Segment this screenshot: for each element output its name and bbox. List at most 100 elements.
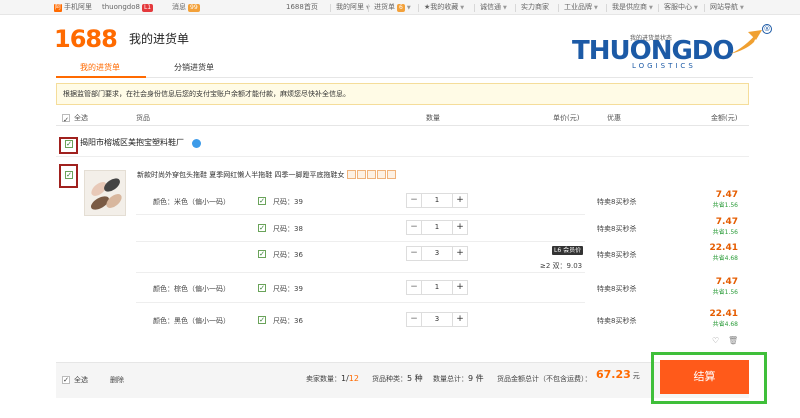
topbar-divider	[515, 4, 516, 12]
topbar-divider	[704, 4, 705, 12]
my-ali-label: 我的阿里	[336, 3, 364, 11]
shop-checkbox[interactable]	[65, 140, 73, 148]
my-ali-menu[interactable]: 我的阿里▼	[336, 2, 370, 14]
kinds-count: 货品种类：5 种	[372, 374, 423, 384]
increase-button[interactable]: +	[452, 247, 467, 260]
variant-checkbox[interactable]	[258, 316, 266, 324]
savings-prefix: 共省	[712, 289, 725, 296]
increase-button[interactable]: +	[452, 194, 467, 207]
variant-size: 尺码：39	[273, 285, 303, 293]
tab-my-purchase-list[interactable]: 我的进货单	[80, 62, 120, 74]
supplier-menu[interactable]: 我是供应商 ▼	[612, 2, 653, 14]
select-all-label: 全选	[74, 114, 88, 122]
favorite-heart-icon[interactable]: ♡	[712, 336, 719, 345]
chevron-down-icon: ▼	[406, 5, 411, 11]
product-checkbox[interactable]	[65, 171, 73, 179]
row-savings: 共省1.56	[713, 201, 738, 210]
site-nav-menu[interactable]: 网站导航 ▼	[710, 2, 744, 14]
promo-label: 特卖8买秒杀	[597, 285, 637, 293]
select-all-checkbox-footer[interactable]	[62, 376, 70, 384]
row-amount: 22.41	[709, 243, 738, 253]
quantity-stepper: − 1 +	[406, 193, 468, 208]
quantity-total-value: 9 件	[468, 374, 484, 383]
variant-color: 颜色：棕色（偏小一码）	[153, 285, 230, 293]
member-price-badge: L6 会员价	[552, 246, 584, 255]
promo-label: 特卖8买秒杀	[597, 317, 637, 325]
row-divider	[136, 241, 585, 242]
tab-distribution-list[interactable]: 分销进货单	[174, 62, 214, 74]
trust-menu[interactable]: 诚信通 ▼	[480, 2, 507, 14]
tag-icon	[347, 170, 356, 179]
chevron-down-icon: ▼	[694, 5, 698, 11]
total-amount: 67.23 元	[596, 368, 640, 383]
shop-name[interactable]: 揭阳市榕城区美抱宝塑料鞋厂	[80, 138, 184, 148]
topbar-divider	[368, 4, 369, 12]
variant-size: 尺码：39	[273, 198, 303, 206]
username: thuongdo8	[102, 3, 140, 11]
variant-size: 尺码：36	[273, 317, 303, 325]
purchase-tabs: 我的进货单 分销进货单	[56, 60, 753, 78]
variant-row: 尺码：36 − 3 + 特卖8买秒杀 22.41 共省4.68	[0, 243, 800, 271]
power-merchant-link[interactable]: 实力商家	[521, 2, 549, 13]
product-title[interactable]: 新款时尚外穿包头拖鞋 夏季网红懒人半拖鞋 四季一脚蹬平底拖鞋女	[137, 170, 344, 180]
favorites-menu[interactable]: ★我的收藏 ▼	[424, 2, 464, 14]
site-logo[interactable]: 1688	[54, 26, 118, 52]
variant-checkbox[interactable]	[258, 250, 266, 258]
tag-icon	[387, 170, 396, 179]
kinds-label: 货品种类：	[372, 375, 407, 383]
variant-checkbox[interactable]	[258, 197, 266, 205]
quantity-value[interactable]: 1	[422, 194, 452, 207]
tier-price: ≥2 双：9.03	[540, 262, 583, 270]
home-link[interactable]: 1688首页	[286, 2, 318, 13]
kinds-value: 5 种	[407, 374, 423, 383]
variant-size: 尺码：36	[273, 251, 303, 259]
quantity-total-label: 数量总计：	[433, 375, 468, 383]
row-savings: 共省1.56	[713, 288, 738, 297]
variant-checkbox[interactable]	[258, 224, 266, 232]
messages-link[interactable]: 消息 99	[172, 2, 200, 13]
row-savings: 共省4.68	[713, 320, 738, 329]
quantity-value[interactable]: 1	[422, 221, 452, 234]
increase-button[interactable]: +	[452, 281, 467, 294]
decrease-button[interactable]: −	[407, 194, 422, 207]
industrial-menu[interactable]: 工业品牌 ▼	[564, 2, 598, 14]
username-link[interactable]: thuongdo8 L1	[102, 2, 154, 13]
quantity-value[interactable]: 1	[422, 281, 452, 294]
messages-label: 消息	[172, 3, 186, 11]
increase-button[interactable]: +	[452, 313, 467, 326]
column-unit-price: 单价(元)	[553, 114, 580, 122]
column-amount: 金额(元)	[711, 114, 738, 122]
service-label: 客服中心	[664, 3, 692, 11]
chevron-down-icon: ▼	[594, 5, 598, 11]
quantity-value[interactable]: 3	[422, 247, 452, 260]
select-all-checkbox-header[interactable]	[62, 114, 70, 122]
wangwang-chat-icon[interactable]	[192, 139, 201, 148]
notice-banner: 根据监管部门要求，在社会身份信息后您的支付宝账户余额才能付款，麻烦您尽快补全信息…	[56, 83, 749, 105]
savings-value: 4.68	[724, 255, 738, 262]
top-bar: 阿手机阿里 thuongdo8L1 消息99 1688首页 我的阿里▼ 进货单6…	[0, 0, 800, 15]
chevron-down-icon: ▼	[503, 5, 507, 11]
purchase-list-label: 进货单	[374, 3, 395, 11]
mobile-ali-label: 手机阿里	[64, 3, 92, 11]
decrease-button[interactable]: −	[407, 247, 422, 260]
variant-checkbox[interactable]	[258, 284, 266, 292]
table-header: 全选 货品 数量 单价(元) 优惠 金额(元)	[56, 111, 749, 126]
checkout-button[interactable]: 结算	[660, 360, 749, 394]
active-tab-indicator	[56, 76, 146, 78]
total-amount-unit: 元	[632, 372, 640, 380]
topbar-divider	[330, 4, 331, 12]
decrease-button[interactable]: −	[407, 281, 422, 294]
quantity-value[interactable]: 3	[422, 313, 452, 326]
promo-label: 特卖8买秒杀	[597, 251, 637, 259]
mobile-ali-link[interactable]: 阿手机阿里	[54, 2, 92, 13]
service-menu[interactable]: 客服中心 ▼	[664, 2, 698, 14]
seller-count-label: 卖家数量：	[306, 375, 341, 383]
increase-button[interactable]: +	[452, 221, 467, 234]
delete-selected-button[interactable]: 删除	[110, 375, 124, 385]
trash-icon[interactable]: 🗑	[728, 336, 738, 345]
purchase-list-menu[interactable]: 进货单 6 ▼	[374, 2, 411, 14]
savings-value: 1.56	[724, 202, 738, 209]
decrease-button[interactable]: −	[407, 313, 422, 326]
quantity-stepper: − 1 +	[406, 280, 468, 295]
decrease-button[interactable]: −	[407, 221, 422, 234]
